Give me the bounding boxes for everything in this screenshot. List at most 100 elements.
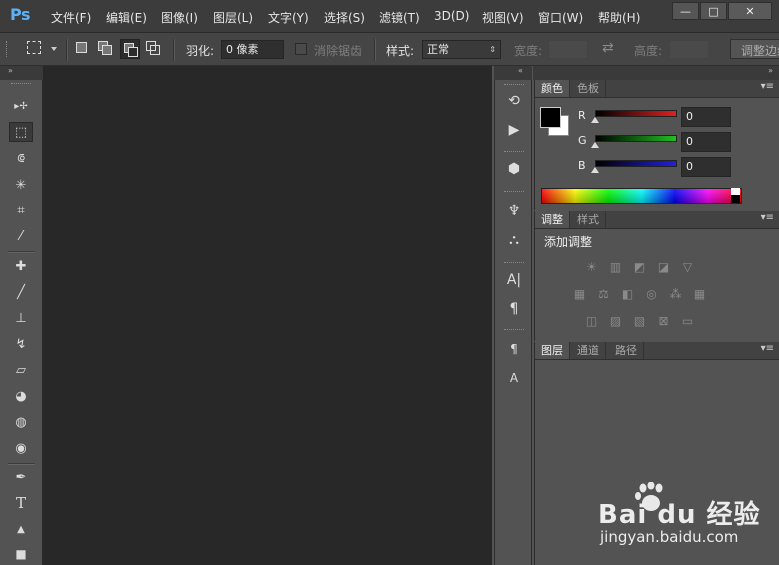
brush-panel-button[interactable]: ⛬: [504, 230, 524, 250]
white-swatch[interactable]: [731, 188, 740, 195]
tab-swatches[interactable]: 色板: [571, 80, 606, 97]
vibrance-icon[interactable]: ▽: [679, 259, 696, 274]
menu-3d[interactable]: 3D(D): [434, 9, 469, 23]
minimize-button[interactable]: —: [672, 2, 699, 20]
menu-type[interactable]: 文字(Y): [268, 9, 309, 26]
pen-tool[interactable]: ✒: [10, 467, 32, 487]
path-selection-tool[interactable]: ▲: [10, 519, 32, 539]
photo-filter-icon[interactable]: ◎: [643, 286, 660, 301]
eraser-tool[interactable]: ▱: [10, 360, 32, 380]
panel-menu-icon[interactable]: ▾≡: [761, 343, 774, 354]
style-select[interactable]: 正常 ⇕: [422, 40, 501, 59]
dodge-tool[interactable]: ◉: [10, 438, 32, 458]
color-spectrum-ramp[interactable]: [541, 188, 742, 204]
marquee-preset-icon[interactable]: [27, 41, 41, 54]
curves-icon[interactable]: ◩: [631, 259, 648, 274]
red-slider-thumb[interactable]: [591, 117, 599, 123]
lasso-tool[interactable]: ⟃: [10, 148, 32, 168]
move-tool[interactable]: ▸✢: [10, 96, 32, 116]
brush-presets-button[interactable]: ♆: [504, 201, 524, 221]
expand-toolbar-icon[interactable]: »: [8, 66, 13, 75]
hue-saturation-icon[interactable]: ▦: [571, 286, 588, 301]
paragraph-panel-button[interactable]: ¶: [504, 299, 524, 319]
tab-paths[interactable]: 路径: [609, 342, 644, 359]
crop-tool[interactable]: ⌗: [10, 200, 32, 220]
posterize-icon[interactable]: ▨: [607, 313, 624, 328]
menu-window[interactable]: 窗口(W): [538, 9, 583, 26]
new-selection-icon[interactable]: [76, 42, 87, 53]
menu-select[interactable]: 选择(S): [324, 9, 365, 26]
actions-panel-button[interactable]: ▶: [504, 120, 524, 140]
document-canvas-area[interactable]: [43, 66, 492, 565]
tab-styles[interactable]: 样式: [571, 211, 606, 228]
brush-tool[interactable]: ╱: [10, 282, 32, 302]
width-input[interactable]: [548, 40, 588, 59]
blue-slider-thumb[interactable]: [591, 167, 599, 173]
eyedropper-tool[interactable]: ⁄: [10, 226, 32, 246]
menu-filter[interactable]: 滤镜(T): [379, 9, 420, 26]
blue-value-input[interactable]: 0: [681, 157, 731, 177]
tab-adjustments[interactable]: 调整: [535, 211, 570, 228]
rectangle-tool[interactable]: ■: [10, 544, 32, 564]
feather-input[interactable]: 0 像素: [221, 40, 284, 59]
paragraph-styles-button[interactable]: ¶: [504, 339, 524, 359]
subtract-from-selection-icon[interactable]: [120, 39, 140, 59]
green-value-input[interactable]: 0: [681, 132, 731, 152]
menu-edit[interactable]: 编辑(E): [106, 9, 147, 26]
green-slider-track[interactable]: [595, 135, 677, 142]
green-slider-thumb[interactable]: [591, 142, 599, 148]
character-panel-button[interactable]: A|: [504, 270, 524, 290]
close-button[interactable]: ✕: [728, 2, 772, 20]
collapse-dock-icon[interactable]: «: [518, 66, 523, 75]
refine-edge-button[interactable]: 调整边缘...: [730, 39, 779, 59]
menu-file[interactable]: 文件(F): [51, 9, 91, 26]
black-swatch[interactable]: [731, 195, 740, 203]
foreground-color-swatch[interactable]: [540, 107, 561, 128]
maximize-button[interactable]: □: [700, 2, 727, 20]
levels-icon[interactable]: ▥: [607, 259, 624, 274]
menu-view[interactable]: 视图(V): [482, 9, 524, 26]
paint-bucket-tool[interactable]: ◕: [10, 386, 32, 406]
blur-tool[interactable]: ◍: [10, 412, 32, 432]
gradient-map-icon[interactable]: ⊠: [655, 313, 672, 328]
tab-color[interactable]: 颜色: [535, 80, 570, 97]
menu-image[interactable]: 图像(I): [161, 9, 198, 26]
rectangular-marquee-tool[interactable]: ⬚: [9, 122, 33, 142]
type-tool[interactable]: T: [10, 493, 32, 513]
history-panel-button[interactable]: ⟲: [504, 91, 524, 111]
panel-menu-icon[interactable]: ▾≡: [761, 212, 774, 223]
blue-slider-track[interactable]: [595, 160, 677, 167]
red-slider-track[interactable]: [595, 110, 677, 117]
red-value-input[interactable]: 0: [681, 107, 731, 127]
tab-layers[interactable]: 图层: [535, 342, 570, 359]
toolbar-header[interactable]: »: [0, 66, 43, 80]
right-dock-header[interactable]: »: [533, 66, 779, 80]
history-brush-tool[interactable]: ↯: [10, 334, 32, 354]
selective-color-icon[interactable]: ▭: [679, 313, 696, 328]
menu-layer[interactable]: 图层(L): [213, 9, 253, 26]
magic-wand-tool[interactable]: ✳: [10, 175, 32, 195]
antialias-checkbox[interactable]: [295, 43, 307, 55]
3d-panel-button[interactable]: ⬢: [504, 159, 524, 179]
toolbar-grip[interactable]: [11, 83, 31, 87]
character-styles-button[interactable]: A: [504, 368, 524, 388]
swap-dimensions-icon[interactable]: ⇄: [602, 40, 614, 56]
color-balance-icon[interactable]: ⚖: [595, 286, 612, 301]
add-to-selection-icon[interactable]: [98, 41, 112, 55]
black-white-icon[interactable]: ◧: [619, 286, 636, 301]
panel-menu-icon[interactable]: ▾≡: [761, 81, 774, 92]
brightness-contrast-icon[interactable]: ☀: [583, 259, 600, 274]
height-input[interactable]: [669, 40, 709, 59]
tab-channels[interactable]: 通道: [571, 342, 606, 359]
intersect-selection-icon[interactable]: [146, 41, 160, 55]
threshold-icon[interactable]: ▧: [631, 313, 648, 328]
channel-mixer-icon[interactable]: ⁂: [667, 286, 684, 301]
collapse-right-dock-icon[interactable]: »: [768, 66, 773, 75]
healing-brush-tool[interactable]: ✚: [10, 256, 32, 276]
color-lookup-icon[interactable]: ▦: [691, 286, 708, 301]
menu-help[interactable]: 帮助(H): [598, 9, 640, 26]
invert-icon[interactable]: ◫: [583, 313, 600, 328]
preset-dropdown-icon[interactable]: [51, 47, 57, 51]
clone-stamp-tool[interactable]: ⊥: [10, 308, 32, 328]
options-grip[interactable]: [6, 41, 10, 57]
